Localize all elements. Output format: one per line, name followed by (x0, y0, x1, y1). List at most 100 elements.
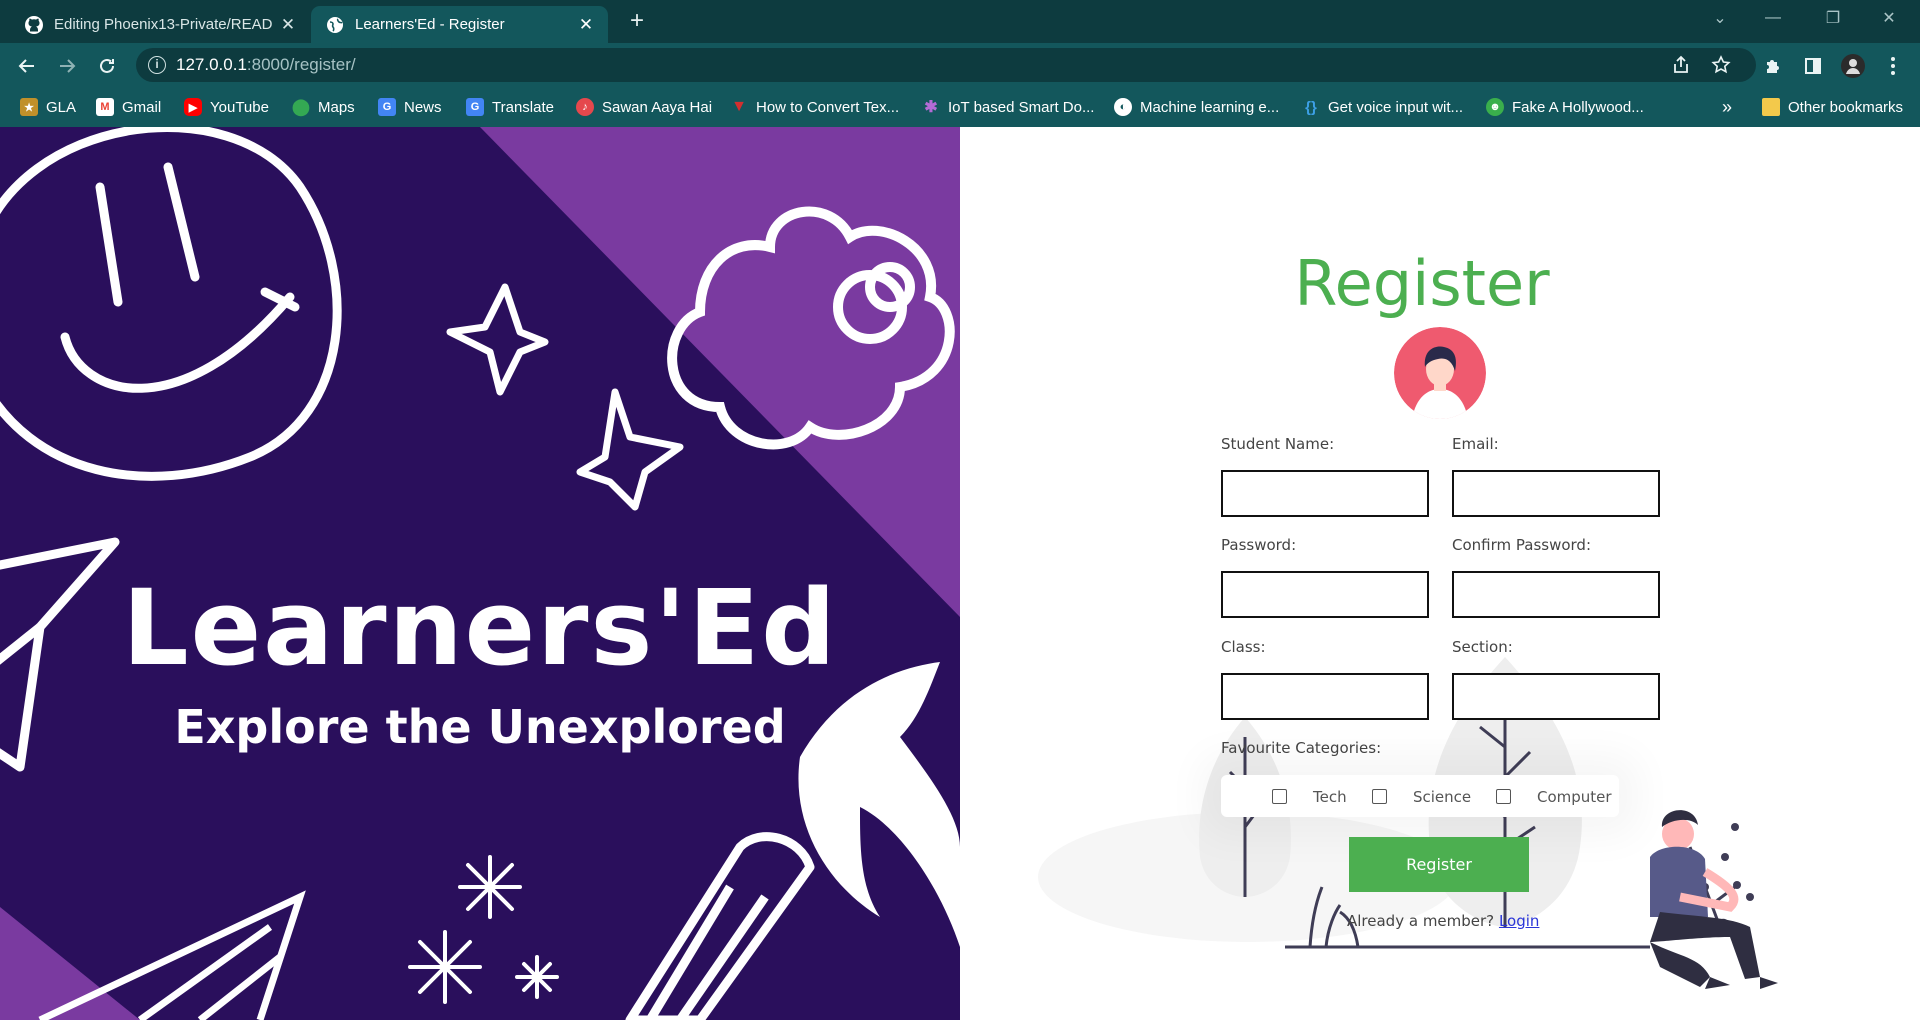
confirm-password-input[interactable] (1452, 571, 1660, 618)
user-avatar-icon (1394, 327, 1486, 419)
form-title: Register (960, 247, 1920, 320)
share-icon[interactable] (1668, 52, 1694, 78)
restore-icon[interactable]: ❐ (1810, 0, 1856, 36)
computer-checkbox[interactable] (1496, 789, 1511, 804)
info-icon[interactable]: i (148, 56, 166, 74)
folder-icon (1762, 98, 1780, 116)
close-icon[interactable]: ✕ (280, 15, 296, 35)
url-host: 127.0.0.1 (176, 55, 247, 74)
categories-group: Tech Science Computer (1221, 775, 1619, 817)
back-arrow-icon[interactable] (12, 51, 42, 81)
ruler-doodle (38, 890, 306, 1020)
science-label: Science (1413, 788, 1472, 806)
v-icon: ▼ (731, 98, 747, 115)
translate-icon: G (466, 98, 484, 116)
bookmark-label: News (404, 98, 442, 116)
tab-title: Editing Phoenix13-Private/READM (54, 16, 272, 33)
bookmark-iot[interactable]: ✱ IoT based Smart Do... (922, 95, 1094, 119)
close-window-icon[interactable]: ✕ (1866, 0, 1912, 36)
gla-icon: ★ (20, 98, 38, 116)
url-path: :8000/register/ (246, 55, 356, 74)
tab-register[interactable]: Learners'Ed - Register ✕ (311, 6, 608, 43)
pencil-doodle (625, 832, 815, 1020)
bookmark-convert[interactable]: ▼ How to Convert Tex... (730, 95, 899, 119)
bookmark-label: Fake A Hollywood... (1512, 98, 1644, 116)
bookmark-label: Translate (492, 98, 554, 116)
email-label: Email: (1452, 435, 1499, 453)
tech-checkbox[interactable] (1272, 789, 1287, 804)
section-input[interactable] (1452, 673, 1660, 720)
bookmark-gla[interactable]: ★ GLA (20, 95, 76, 119)
close-icon[interactable]: ✕ (578, 15, 594, 35)
globe-icon: ◐ (1114, 98, 1132, 116)
bookmark-ml[interactable]: ◐ Machine learning e... (1114, 95, 1279, 119)
person-figure (1650, 810, 1778, 989)
confirm-password-label: Confirm Password: (1452, 536, 1592, 554)
tech-label: Tech (1313, 788, 1347, 806)
tab-search-icon[interactable]: ⌄ (1697, 0, 1743, 36)
already-member-text: Already a member? (1347, 912, 1495, 930)
star-doodle (446, 283, 684, 511)
password-label: Password: (1221, 536, 1297, 554)
side-panel-icon[interactable] (1800, 53, 1826, 79)
braces-icon: {} (1305, 98, 1317, 116)
music-icon: ♪ (576, 98, 594, 116)
bookmark-maps[interactable]: ⬤ Maps (292, 95, 355, 119)
favourite-categories-label: Favourite Categories: (1221, 739, 1382, 757)
tab-github[interactable]: Editing Phoenix13-Private/READM ✕ (10, 6, 310, 43)
bookmark-star-icon[interactable] (1708, 52, 1734, 78)
bookmark-gmail[interactable]: M Gmail (96, 95, 161, 119)
bookmark-label: IoT based Smart Do... (948, 98, 1095, 116)
login-link[interactable]: Login (1499, 912, 1539, 930)
gmail-icon: M (96, 98, 114, 116)
bookmark-sawan[interactable]: ♪ Sawan Aaya Hai (576, 95, 712, 119)
sparkle-doodle (408, 855, 559, 1004)
bookmark-label: Get voice input wit... (1328, 98, 1464, 116)
hero-banner: Learners'Ed Explore the Unexplored (0, 127, 960, 1020)
new-tab-button[interactable]: + (622, 6, 652, 36)
globe-icon (325, 15, 345, 35)
github-icon (24, 15, 44, 35)
reload-icon[interactable] (92, 51, 122, 81)
register-button[interactable]: Register (1349, 837, 1529, 892)
computer-label: Computer (1537, 788, 1612, 806)
iot-icon: ✱ (924, 99, 938, 116)
bookmark-youtube[interactable]: ▶ YouTube (184, 95, 269, 119)
bookmark-label: Gmail (122, 98, 162, 116)
login-prompt: Already a member? Login (1347, 912, 1539, 930)
menu-dots-icon[interactable] (1880, 53, 1906, 79)
science-checkbox[interactable] (1372, 789, 1387, 804)
news-icon: G (378, 98, 396, 116)
extensions-icon[interactable] (1760, 53, 1786, 79)
hollywood-icon: ☻ (1486, 98, 1504, 116)
class-label: Class: (1221, 638, 1266, 656)
bookmark-label: Machine learning e... (1140, 98, 1280, 116)
bookmarks-bar: ★ GLA M Gmail ▶ YouTube ⬤ Maps G News G … (0, 87, 1920, 127)
bookmark-label: YouTube (210, 98, 269, 116)
forward-arrow-icon[interactable] (52, 51, 82, 81)
more-bookmarks-button[interactable]: » (1722, 95, 1732, 119)
student-name-label: Student Name: (1221, 435, 1335, 453)
profile-avatar-icon[interactable] (1840, 53, 1866, 79)
bookmark-voice[interactable]: {} Get voice input wit... (1302, 95, 1463, 119)
class-input[interactable] (1221, 673, 1429, 720)
student-name-input[interactable] (1221, 470, 1429, 517)
bookmark-label: GLA (46, 98, 77, 116)
other-bookmarks[interactable]: Other bookmarks (1762, 95, 1903, 119)
tab-strip: Editing Phoenix13-Private/READM ✕ Learne… (0, 0, 1920, 43)
diagonal-stripe (480, 127, 960, 617)
address-bar[interactable]: i 127.0.0.1:8000/register/ (136, 48, 1756, 82)
password-input[interactable] (1221, 571, 1429, 618)
register-form-pane: Register Student Name: Email: Password: … (960, 127, 1920, 1020)
bookmark-translate[interactable]: G Translate (466, 95, 554, 119)
form-title-text: Register (1294, 247, 1550, 320)
minimize-icon[interactable]: — (1750, 0, 1796, 36)
email-input[interactable] (1452, 470, 1660, 517)
section-label: Section: (1452, 638, 1513, 656)
maps-icon: ⬤ (292, 99, 310, 116)
bookmark-hollywood[interactable]: ☻ Fake A Hollywood... (1486, 95, 1644, 119)
bookmark-news[interactable]: G News (378, 95, 442, 119)
bookmark-label: Sawan Aaya Hai (602, 98, 713, 116)
bookmark-label: Other bookmarks (1788, 98, 1904, 116)
toolbar: i 127.0.0.1:8000/register/ (0, 43, 1920, 87)
